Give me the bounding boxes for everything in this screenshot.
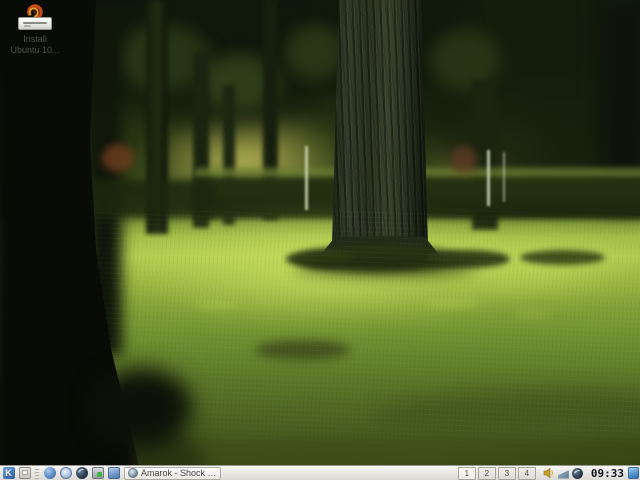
desktop-icon-label: Install Ubuntu 10...: [6, 34, 64, 56]
desktop-icon-label-line1: Install: [23, 34, 47, 44]
wallpaper: [0, 0, 640, 465]
network-monitor-icon[interactable]: [557, 470, 569, 479]
quick-launch-konqueror-button[interactable]: [58, 467, 73, 480]
show-desktop-icon: [18, 467, 31, 479]
quick-launch-system-button[interactable]: [42, 467, 57, 480]
quick-launch-browser-button[interactable]: [74, 467, 89, 480]
desktop-screen: Install Ubuntu 10... K Amarok - Shock T …: [0, 0, 640, 480]
desktop-icon-label-line2: Ubuntu 10...: [10, 44, 60, 55]
pager-desktop-3[interactable]: 3: [497, 466, 516, 480]
quick-launch-display-button[interactable]: [106, 467, 121, 480]
cd-drive-icon: [18, 17, 52, 30]
clipboard-icon[interactable]: [628, 467, 639, 479]
pager-desktop-2[interactable]: 2: [477, 466, 496, 480]
globe-icon[interactable]: [571, 467, 583, 479]
panel-drag-handle[interactable]: [35, 467, 39, 479]
quick-launch-package-button[interactable]: [90, 467, 105, 480]
display-settings-icon: [107, 467, 120, 479]
package-manager-icon: [91, 467, 104, 479]
taskbar-button-label: Amarok - Shock The Mon...: [141, 468, 217, 478]
install-ubuntu-desktop-icon[interactable]: Install Ubuntu 10...: [6, 4, 64, 56]
vignette: [0, 0, 640, 465]
panel-clock[interactable]: 09:33: [591, 468, 624, 479]
show-desktop-button[interactable]: [17, 467, 32, 480]
pager-desktop-4[interactable]: 4: [517, 466, 536, 480]
kicker-panel: K Amarok - Shock The Mon... 1 2 3 4: [0, 465, 640, 480]
volume-icon[interactable]: [543, 467, 555, 479]
konqueror-globe-icon: [59, 467, 72, 479]
kmenu-icon: K: [2, 467, 15, 479]
kmenu-button[interactable]: K: [1, 467, 16, 480]
install-cd-icon: [15, 4, 55, 32]
amarok-icon: [128, 468, 138, 478]
system-sphere-icon: [43, 467, 56, 479]
system-tray: [543, 467, 583, 479]
pager-desktop-1[interactable]: 1: [457, 466, 476, 480]
taskbar-button-amarok[interactable]: Amarok - Shock The Mon...: [124, 466, 221, 480]
web-browser-dark-globe-icon: [75, 467, 88, 479]
